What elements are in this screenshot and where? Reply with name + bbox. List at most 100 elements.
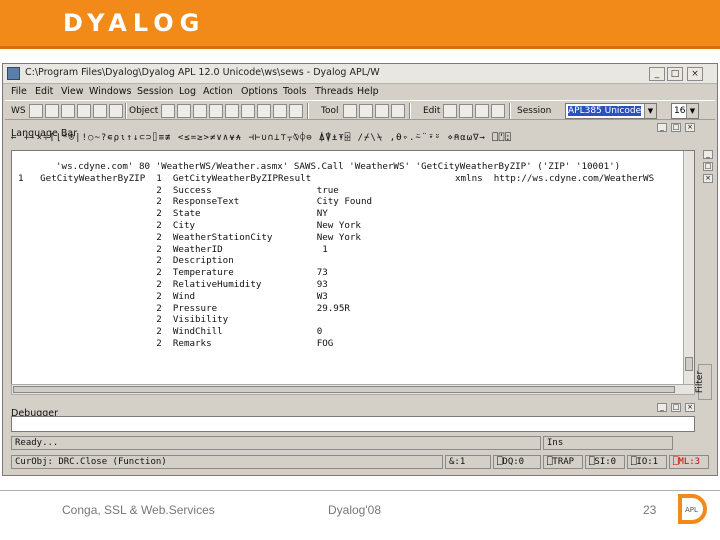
app-icon [7,67,20,80]
scroll-thumb[interactable] [685,357,693,371]
undo-icon[interactable] [475,104,489,118]
menu-action[interactable]: Action [203,86,233,97]
pane-close-icon[interactable]: × [703,174,713,183]
object-paste-icon[interactable] [177,104,191,118]
apl-window: C:\Program Files\Dyalog\Dyalog APL 12.0 … [2,63,718,476]
check-icon[interactable] [209,104,223,118]
grid-icon[interactable] [225,104,239,118]
menu-view[interactable]: View [61,86,84,97]
session-line: 2 Description [18,255,234,267]
menu-windows[interactable]: Windows [89,86,131,97]
wrap-icon[interactable] [391,104,405,118]
cut-icon[interactable] [443,104,457,118]
header-bar: DYALOG [0,0,720,46]
session-line: 2 WindChill 0 [18,326,323,338]
session-label: Session [517,106,552,116]
status-trap: ⎕TRAP [543,455,583,469]
language-bar-glyphs[interactable]: ← +-×÷⌈⌊*⍟|!○~?∊⍴⍳↑↓⊂⊃⌷≡≢ <≤=≥>≠∨∧⍱⍲ ⊣⊢∪… [11,133,701,148]
logo-apl-text: APL [685,506,698,514]
session-line: 2 Temperature 73 [18,267,328,279]
object-button[interactable]: Object [129,104,158,118]
session-line: 2 Success true [18,184,339,196]
edit-icon[interactable] [45,104,59,118]
pane-max-icon[interactable]: □ [703,162,713,171]
chart-icon[interactable] [241,104,255,118]
session-line: 2 Pressure 29.95R [18,302,350,314]
langbar-close-icon[interactable]: × [685,123,695,132]
menu-log[interactable]: Log [179,86,196,97]
menu-edit[interactable]: Edit [35,86,53,97]
toolbar-separator [307,103,309,119]
session-line: 2 Wind W3 [18,290,328,302]
toolbar-separator [125,103,127,119]
table-icon[interactable] [257,104,271,118]
menu-threads[interactable]: Threads [315,86,353,97]
langbar-min-icon[interactable]: _ [657,123,667,132]
menu-options[interactable]: Options [241,86,278,97]
menu-file[interactable]: File [11,86,27,97]
explorer-icon[interactable] [289,104,303,118]
load-icon[interactable] [61,104,75,118]
status-io: &:1 [445,455,491,469]
session-line: 2 ResponseText City Found [18,196,373,208]
debugger-min-icon[interactable]: _ [657,403,667,412]
font-select-value: APL385 Unicode [568,106,642,116]
status-ins: Ins [543,436,673,450]
session-window[interactable]: 'ws.cdyne.com' 80 'WeatherWS/Weather.asm… [11,150,695,395]
status-si: ⎕SI:0 [585,455,625,469]
langbar-max-icon[interactable]: □ [671,123,681,132]
debugger-close-icon[interactable]: × [685,403,695,412]
side-window-buttons: _ □ × [703,150,715,210]
session-line: 1 GetCityWeatherByZIP 1 GetCityWeatherBy… [18,172,655,184]
save-icon[interactable] [93,104,107,118]
print-icon[interactable] [109,104,123,118]
horizontal-scrollbar[interactable] [11,384,695,395]
tool-button[interactable]: Tool [321,104,338,118]
close-button[interactable]: × [687,67,703,81]
object-print-icon[interactable] [193,104,207,118]
session-line: 'ws.cdyne.com' 80 'WeatherWS/Weather.asm… [56,161,621,172]
new-icon[interactable] [29,104,43,118]
edit-button[interactable]: Edit [423,104,440,118]
replace-icon[interactable] [375,104,389,118]
copy-icon[interactable] [77,104,91,118]
minimize-button[interactable]: _ [649,67,665,81]
brand-logo: DYALOG [63,9,206,37]
footer-rule [0,490,720,491]
vertical-scrollbar[interactable] [683,151,694,394]
search-icon[interactable] [343,104,357,118]
maximize-button[interactable]: □ [667,67,683,81]
toolbar: WS Object Tool Edit Session APL385 Unico… [5,100,715,120]
window-title: C:\Program Files\Dyalog\Dyalog APL 12.0 … [25,67,380,78]
object-copy-icon[interactable] [161,104,175,118]
pane-min-icon[interactable]: _ [703,150,713,159]
font-size-value: 16 [674,106,686,116]
session-line: 2 WeatherID 1 [18,243,328,255]
font-size-select[interactable]: 16 ▼ [671,103,699,119]
find-icon[interactable] [359,104,373,118]
color-icon[interactable] [273,104,287,118]
status-curobj: CurObj: DRC.Close (Function) [11,455,443,469]
menu-session[interactable]: Session [137,86,173,97]
hscroll-thumb[interactable] [13,386,675,393]
chevron-down-icon[interactable]: ▼ [686,104,698,118]
filter-label: Filter [695,370,706,394]
redo-icon[interactable] [491,104,505,118]
debugger-pane[interactable] [11,416,695,432]
debugger-max-icon[interactable]: □ [671,403,681,412]
font-select[interactable]: APL385 Unicode ▼ [565,103,657,119]
chevron-down-icon[interactable]: ▼ [644,104,656,118]
session-line: 2 Visibility [18,314,229,326]
paste-icon[interactable] [459,104,473,118]
ws-button[interactable]: WS [11,104,26,118]
session-line: 2 State NY [18,208,328,220]
status-ml: ⎕ML:3 [669,455,709,469]
menu-tools[interactable]: Tools [283,86,306,97]
session-line: 2 City New York [18,220,361,231]
footer-event: Dyalog'08 [328,503,381,517]
debugger-header: Debugger _ □ × [11,401,701,419]
page-number: 23 [643,503,657,517]
filter-tab[interactable]: Filter [695,364,712,400]
menu-bar: File Edit View Windows Session Log Actio… [3,85,717,99]
menu-help[interactable]: Help [357,86,379,97]
